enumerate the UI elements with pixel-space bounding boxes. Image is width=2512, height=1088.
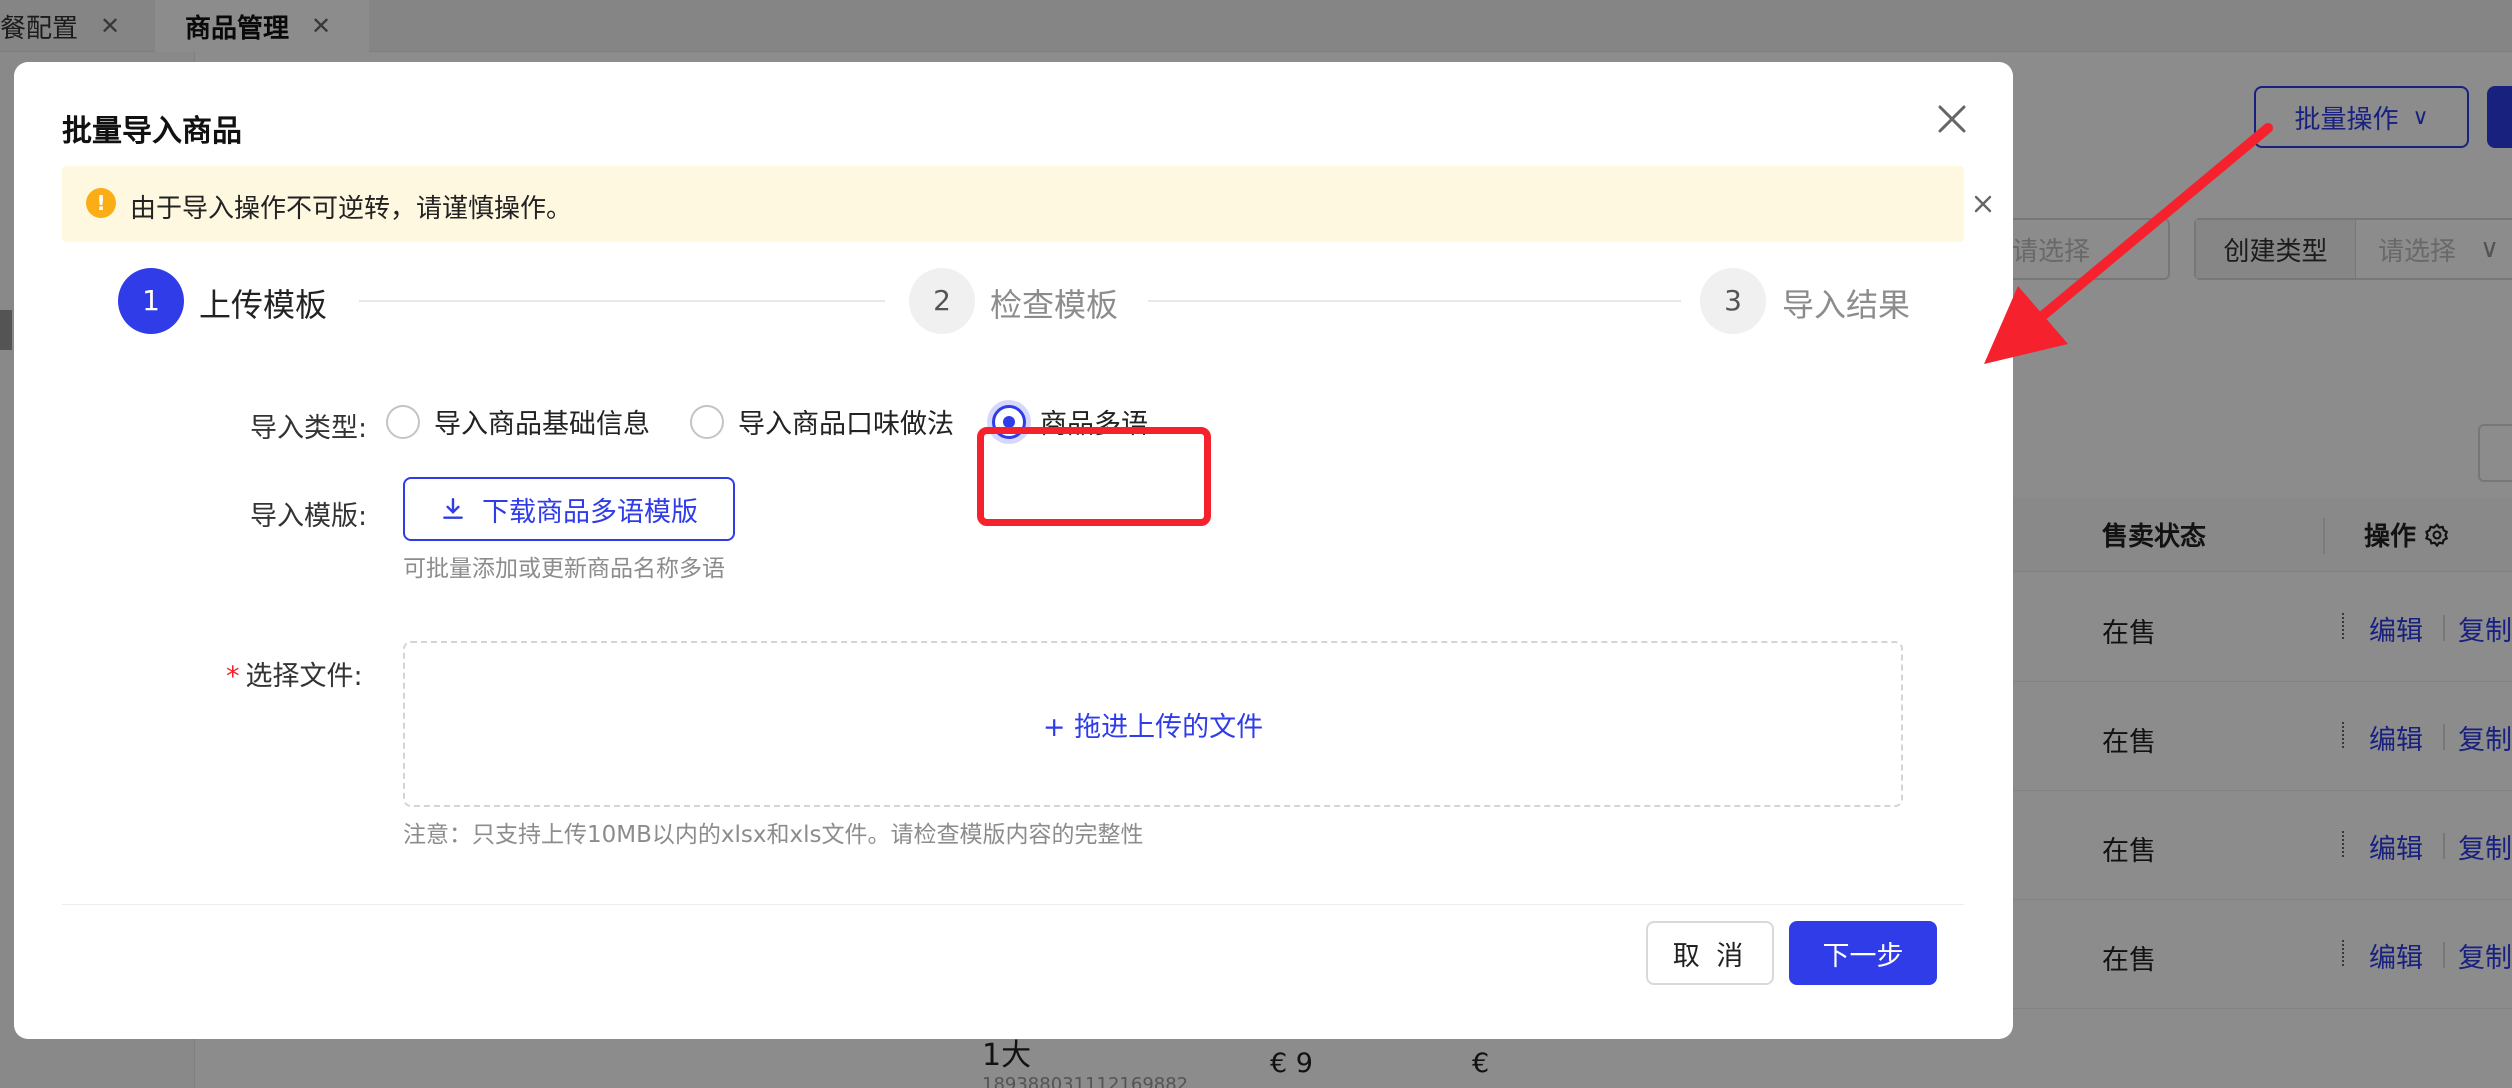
step-connector <box>1148 300 1681 302</box>
file-dropzone[interactable]: + 拖进上传的文件 <box>403 641 1903 807</box>
step-3-label: 导入结果 <box>1782 286 1911 324</box>
radio-icon[interactable] <box>690 404 724 439</box>
upload-text: + 拖进上传的文件 <box>1042 711 1264 743</box>
download-template-button[interactable]: 下载商品多语模版 <box>403 477 735 541</box>
radio-label: 导入商品口味做法 <box>738 409 954 440</box>
close-icon[interactable] <box>1929 96 1975 142</box>
radio-icon[interactable] <box>386 404 420 439</box>
template-label: 导入模版: <box>250 501 368 532</box>
download-template-label: 下载商品多语模版 <box>482 496 698 528</box>
download-icon <box>443 498 463 519</box>
step-1-number: 1 <box>118 268 184 334</box>
step-3-number: 3 <box>1700 268 1766 334</box>
cancel-button[interactable]: 取 消 <box>1646 921 1774 985</box>
radio-label: 导入商品基础信息 <box>434 409 650 440</box>
step-2-number: 2 <box>909 268 975 334</box>
dialog-title: 批量导入商品 <box>62 114 242 149</box>
step-connector <box>359 300 885 302</box>
warning-icon: ! <box>86 188 116 218</box>
radio-basic-info[interactable]: 导入商品基础信息 <box>386 402 650 441</box>
template-hint: 可批量添加或更新商品名称多语 <box>403 556 725 582</box>
step-1-label: 上传模板 <box>199 286 328 324</box>
highlight-box <box>977 427 1211 526</box>
import-products-dialog: 批量导入商品 ! 由于导入操作不可逆转，请谨慎操作。 1 上传模板 2 检查模板… <box>14 62 2013 1039</box>
file-label: * 选择文件: <box>226 654 363 693</box>
upload-hint: 注意：只支持上传10MB以内的xlsx和xls文件。请检查模版内容的完整性 <box>403 822 1144 848</box>
file-label-text: 选择文件: <box>245 661 363 692</box>
step-2-label: 检查模板 <box>990 286 1119 324</box>
next-step-button[interactable]: 下一步 <box>1789 921 1937 985</box>
footer-divider <box>62 904 1964 905</box>
import-type-label: 导入类型: <box>250 413 368 444</box>
warning-alert: ! 由于导入操作不可逆转，请谨慎操作。 <box>62 166 1992 242</box>
alert-message: 由于导入操作不可逆转，请谨慎操作。 <box>130 194 573 224</box>
close-icon[interactable] <box>1971 192 1995 216</box>
required-mark: * <box>226 661 240 692</box>
radio-flavor-methods[interactable]: 导入商品口味做法 <box>690 402 954 441</box>
